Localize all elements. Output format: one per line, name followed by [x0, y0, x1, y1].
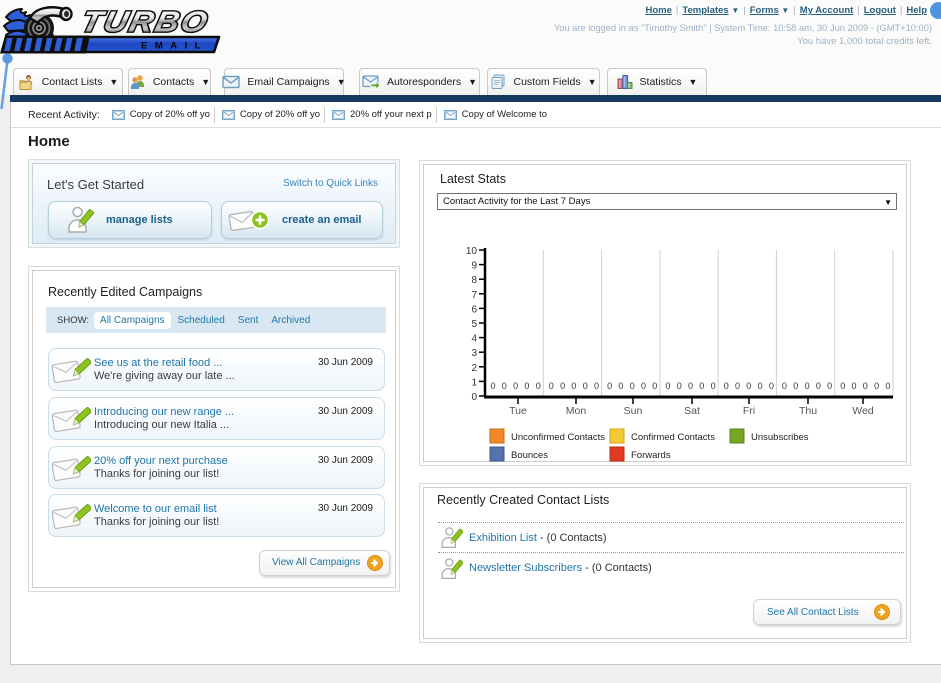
svg-text:8: 8: [471, 275, 477, 286]
svg-text:0: 0: [630, 381, 635, 391]
svg-text:0: 0: [782, 381, 787, 391]
svg-text:0: 0: [571, 381, 576, 391]
svg-text:0: 0: [805, 381, 810, 391]
svg-text:TURBO: TURBO: [78, 5, 212, 38]
svg-text:0: 0: [724, 381, 729, 391]
svg-text:5: 5: [471, 319, 477, 330]
svg-text:0: 0: [665, 381, 670, 391]
svg-text:EMAIL: EMAIL: [141, 41, 208, 52]
svg-text:0: 0: [560, 381, 565, 391]
svg-text:Sun: Sun: [624, 405, 643, 417]
svg-text:1: 1: [471, 377, 477, 388]
svg-text:Sat: Sat: [684, 405, 700, 417]
svg-text:4: 4: [471, 334, 477, 345]
svg-text:0: 0: [851, 381, 856, 391]
svg-text:Wed: Wed: [852, 405, 874, 417]
svg-text:0: 0: [536, 381, 541, 391]
svg-text:Fri: Fri: [743, 405, 755, 417]
svg-text:0: 0: [594, 381, 599, 391]
svg-text:Mon: Mon: [566, 405, 587, 417]
svg-text:0: 0: [827, 381, 832, 391]
svg-text:0: 0: [607, 381, 612, 391]
svg-text:9: 9: [471, 261, 477, 272]
svg-text:10: 10: [466, 246, 478, 257]
svg-text:0: 0: [471, 392, 477, 403]
svg-text:0: 0: [840, 381, 845, 391]
svg-text:0: 0: [699, 381, 704, 391]
svg-text:Unsubscribes: Unsubscribes: [751, 432, 809, 443]
svg-text:0: 0: [502, 381, 507, 391]
svg-text:0: 0: [793, 381, 798, 391]
svg-text:0: 0: [769, 381, 774, 391]
svg-text:0: 0: [874, 381, 879, 391]
svg-text:0: 0: [677, 381, 682, 391]
svg-text:Forwards: Forwards: [631, 450, 671, 461]
svg-text:0: 0: [688, 381, 693, 391]
svg-text:0: 0: [816, 381, 821, 391]
svg-text:0: 0: [583, 381, 588, 391]
svg-text:2: 2: [471, 363, 477, 374]
svg-text:0: 0: [652, 381, 657, 391]
svg-text:0: 0: [746, 381, 751, 391]
svg-text:0: 0: [524, 381, 529, 391]
svg-text:3: 3: [471, 348, 477, 359]
svg-text:Confirmed Contacts: Confirmed Contacts: [631, 432, 715, 443]
svg-text:Bounces: Bounces: [511, 450, 548, 461]
svg-text:0: 0: [735, 381, 740, 391]
svg-text:Thu: Thu: [799, 405, 817, 417]
svg-text:0: 0: [618, 381, 623, 391]
svg-text:0: 0: [711, 381, 716, 391]
svg-text:7: 7: [471, 290, 477, 301]
svg-text:0: 0: [513, 381, 518, 391]
svg-text:0: 0: [758, 381, 763, 391]
svg-text:Unconfirmed Contacts: Unconfirmed Contacts: [511, 432, 605, 443]
svg-text:0: 0: [490, 381, 495, 391]
svg-text:0: 0: [863, 381, 868, 391]
svg-text:0: 0: [549, 381, 554, 391]
svg-text:6: 6: [471, 304, 477, 315]
svg-text:Tue: Tue: [509, 405, 527, 417]
svg-text:0: 0: [641, 381, 646, 391]
svg-text:0: 0: [885, 381, 890, 391]
